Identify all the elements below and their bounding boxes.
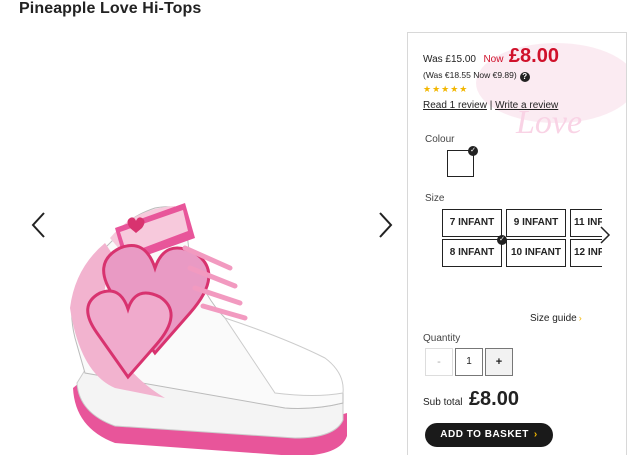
review-links: Read 1 review | Write a review <box>423 100 558 111</box>
product-title: Pineapple Love Hi-Tops <box>19 0 202 17</box>
size-guide-link[interactable]: Size guide › <box>530 313 582 324</box>
add-to-basket-label: ADD TO BASKET <box>440 429 529 440</box>
gallery-next-button[interactable] <box>374 210 396 240</box>
size-label: Size <box>425 193 445 204</box>
size-option[interactable]: 8 INFANT <box>442 239 502 267</box>
now-label: Now <box>483 54 504 65</box>
size-option[interactable]: 12 INFANT <box>570 239 602 267</box>
subtotal-value: £8.00 <box>468 388 519 410</box>
checkmark-icon: ✓ <box>468 146 478 156</box>
quantity-minus-button[interactable]: - <box>425 348 453 376</box>
subtotal-label: Sub total <box>423 397 463 408</box>
read-review-link[interactable]: Read 1 review <box>423 100 487 111</box>
subtotal: Sub total £8.00 <box>423 388 519 411</box>
now-price: £8.00 <box>508 45 559 67</box>
quantity-input[interactable]: 1 <box>455 348 483 376</box>
chevron-right-icon[interactable] <box>599 225 611 245</box>
gallery-prev-button[interactable] <box>28 210 50 240</box>
checkmark-icon: ✓ <box>497 235 507 245</box>
product-gallery <box>0 30 405 455</box>
size-options: 7 INFANT 9 INFANT 11 INFANT 8 INFANT 10 … <box>442 209 602 269</box>
product-image <box>70 203 347 455</box>
size-option[interactable]: 10 INFANT <box>506 239 566 267</box>
size-option[interactable]: 11 INFANT <box>570 209 602 237</box>
colour-label: Colour <box>425 134 455 145</box>
review-separator: | <box>489 100 493 111</box>
euro-price-text: (Was €18.55 Now €9.89) <box>423 70 517 80</box>
write-review-link[interactable]: Write a review <box>495 100 558 111</box>
chevron-left-icon <box>31 212 45 238</box>
euro-price: (Was €18.55 Now €9.89)? <box>423 70 530 82</box>
price-row: Was £15.00 Now £8.00 <box>423 45 559 68</box>
arrow-right-icon: › <box>533 429 538 440</box>
chevron-right-icon <box>379 212 393 238</box>
purchase-panel: Love Was £15.00 Now £8.00 (Was €18.55 No… <box>407 32 627 455</box>
was-price: Was £15.00 <box>423 54 476 65</box>
quantity-label: Quantity <box>423 333 461 344</box>
size-guide-label: Size guide <box>530 313 577 324</box>
add-to-basket-button[interactable]: ADD TO BASKET › <box>425 423 553 447</box>
star-rating: ★★★★★ <box>423 84 469 94</box>
quantity-stepper: - 1 + <box>425 348 513 376</box>
size-option[interactable]: 9 INFANT <box>506 209 566 237</box>
quantity-plus-button[interactable]: + <box>485 348 513 376</box>
arrow-right-icon: › <box>578 313 582 323</box>
help-icon[interactable]: ? <box>519 72 530 82</box>
colour-swatch-white[interactable]: ✓ <box>447 146 478 177</box>
size-option[interactable]: 7 INFANT <box>442 209 502 237</box>
